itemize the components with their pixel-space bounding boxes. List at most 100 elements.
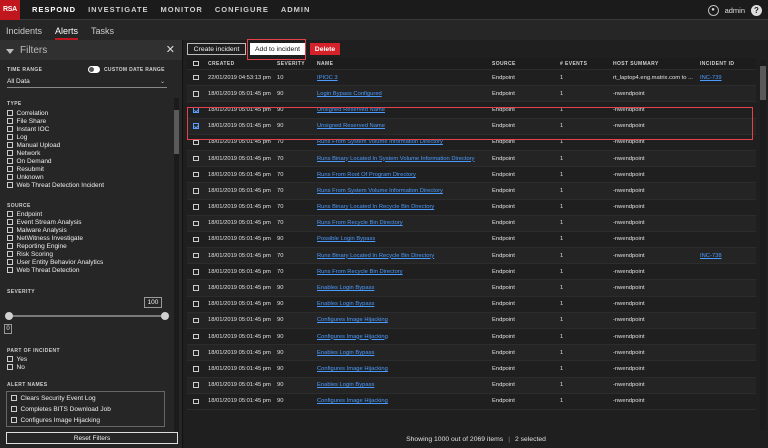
nav-admin[interactable]: ADMIN: [281, 5, 311, 14]
alert-name-option[interactable]: Configures Image Hijacking: [11, 416, 100, 424]
row-checkbox[interactable]: [193, 155, 199, 162]
table-row[interactable]: 18/01/2019 05:01:45 pm 70 Runs From Recycl…: [187, 215, 756, 232]
header-severity[interactable]: SEVERITY: [277, 58, 313, 69]
tab-incidents[interactable]: Incidents: [6, 26, 42, 40]
incident-id-link[interactable]: INC-738: [700, 248, 750, 263]
table-row[interactable]: 18/01/2019 05:01:45 pm 90 Unsigned Reserve…: [187, 102, 756, 119]
nav-monitor[interactable]: MONITOR: [161, 5, 203, 14]
severity-slider[interactable]: [5, 312, 169, 320]
nav-configure[interactable]: CONFIGURE: [215, 5, 269, 14]
alert-name-link[interactable]: Enables Login Bypass: [317, 280, 487, 295]
add-to-incident-button[interactable]: Add to incident: [250, 43, 305, 55]
row-checkbox[interactable]: [193, 204, 199, 210]
alert-name-link[interactable]: Enables Login Bypass: [317, 345, 487, 360]
table-row[interactable]: 18/01/2019 05:01:45 pm 90 Configures Image…: [187, 329, 756, 346]
row-checkbox[interactable]: [193, 269, 199, 275]
table-row[interactable]: 18/01/2019 05:01:45 pm 70 Runs From Root O…: [187, 167, 756, 184]
time-range-select[interactable]: All Data ⌄: [7, 78, 167, 88]
user-name[interactable]: admin: [725, 6, 745, 15]
alert-name-link[interactable]: IPIOC 3: [317, 70, 487, 85]
type-option[interactable]: Correlation: [7, 109, 48, 117]
alert-name-link[interactable]: Configures Image Hijacking: [317, 394, 487, 409]
row-checkbox[interactable]: [193, 107, 199, 113]
row-checkbox[interactable]: [193, 350, 199, 356]
table-row[interactable]: 18/01/2019 05:01:45 pm 70 Runs Binary Loca…: [187, 150, 756, 168]
type-option[interactable]: Manual Upload: [7, 141, 60, 149]
table-row[interactable]: 18/01/2019 05:01:45 pm 90 Enables Login By…: [187, 377, 756, 394]
filters-scrollbar[interactable]: [174, 98, 179, 436]
type-option[interactable]: File Share: [7, 117, 46, 125]
row-checkbox[interactable]: [193, 188, 199, 194]
table-scrollbar[interactable]: [760, 60, 766, 430]
create-incident-button[interactable]: Create incident: [187, 43, 246, 55]
alert-name-link[interactable]: Configures Image Hijacking: [317, 361, 487, 376]
alert-name-link[interactable]: Runs From System Volume Information Dire…: [317, 135, 487, 150]
alert-name-link[interactable]: Runs From Recycle Bin Directory: [317, 264, 487, 279]
table-row[interactable]: 18/01/2019 05:01:45 pm 90 Unsigned Reserve…: [187, 118, 756, 135]
header-host-summary[interactable]: HOST SUMMARY: [613, 58, 697, 69]
type-option[interactable]: Unknown: [7, 173, 44, 181]
type-option[interactable]: Log: [7, 133, 27, 141]
table-row[interactable]: 18/01/2019 05:01:45 pm 90 Possible Login B…: [187, 232, 756, 249]
source-option[interactable]: NetWitness Investigate: [7, 234, 83, 242]
alert-name-link[interactable]: Runs Binary Located In System Volume Inf…: [317, 151, 487, 166]
row-checkbox[interactable]: [193, 285, 199, 291]
type-option[interactable]: Network: [7, 149, 40, 157]
table-row[interactable]: 18/01/2019 05:01:45 pm 90 Configures Image…: [187, 361, 756, 378]
alert-name-link[interactable]: Possible Login Bypass: [317, 232, 487, 247]
user-icon[interactable]: ●: [707, 4, 719, 16]
alert-name-link[interactable]: Runs From Recycle Bin Directory: [317, 216, 487, 231]
header-name[interactable]: NAME: [317, 58, 487, 69]
alert-name-option[interactable]: Completes BITS Download Job: [11, 405, 111, 413]
source-option[interactable]: Web Threat Detection: [7, 266, 80, 274]
alert-name-link[interactable]: Unsigned Reserved Name: [317, 102, 487, 117]
row-checkbox[interactable]: [193, 366, 199, 372]
row-checkbox[interactable]: [193, 382, 199, 388]
type-option[interactable]: Web Threat Detection Incident: [7, 181, 104, 189]
row-checkbox[interactable]: [193, 236, 199, 243]
tab-tasks[interactable]: Tasks: [91, 26, 114, 40]
tab-alerts[interactable]: Alerts: [55, 26, 79, 40]
incident-id-link[interactable]: INC-739: [700, 70, 750, 85]
alert-name-link[interactable]: Unsigned Reserved Name: [317, 119, 487, 134]
row-checkbox[interactable]: [193, 252, 199, 259]
row-checkbox[interactable]: [193, 333, 199, 340]
delete-button[interactable]: Delete: [310, 43, 340, 55]
header-events[interactable]: # EVENTS: [560, 58, 608, 69]
row-checkbox[interactable]: [193, 171, 199, 178]
custom-date-range-toggle[interactable]: [88, 66, 100, 73]
alert-name-link[interactable]: Runs From System Volume Information Dire…: [317, 183, 487, 198]
header-incident-id[interactable]: INCIDENT ID: [700, 58, 750, 69]
row-checkbox[interactable]: [193, 123, 199, 129]
table-row[interactable]: 18/01/2019 05:01:45 pm 70 Runs From Recycl…: [187, 264, 756, 281]
alert-name-link[interactable]: Configures Image Hijacking: [317, 329, 487, 344]
help-icon[interactable]: ?: [751, 4, 762, 16]
alert-name-link[interactable]: Configures Image Hijacking: [317, 313, 487, 328]
alert-name-link[interactable]: Runs Binary Located In Recycle Bin Direc…: [317, 248, 487, 263]
table-row[interactable]: 18/01/2019 05:01:45 pm 70 Runs From System…: [187, 135, 756, 151]
slider-min-handle[interactable]: [5, 312, 13, 320]
type-option[interactable]: Resubmit: [7, 165, 44, 173]
table-row[interactable]: 18/01/2019 05:01:45 pm 90 Login Bypass Con…: [187, 86, 756, 103]
header-source[interactable]: SOURCE: [492, 58, 552, 69]
slider-max-handle[interactable]: [161, 312, 169, 320]
table-row[interactable]: 18/01/2019 05:01:45 pm 90 Configures Image…: [187, 312, 756, 329]
type-option[interactable]: Instant IOC: [7, 125, 49, 133]
alert-name-link[interactable]: Login Bypass Configured: [317, 86, 487, 101]
part-of-incident-option[interactable]: No: [7, 363, 25, 371]
alert-name-link[interactable]: Enables Login Bypass: [317, 378, 487, 393]
table-row[interactable]: 18/01/2019 05:01:45 pm 90 Enables Login By…: [187, 297, 756, 313]
table-row[interactable]: 18/01/2019 05:01:45 pm 90 Configures Image…: [187, 394, 756, 410]
close-icon[interactable]: ✕: [166, 43, 175, 56]
alert-name-link[interactable]: Runs Binary Located In Recycle Bin Direc…: [317, 200, 487, 215]
table-row[interactable]: 18/01/2019 05:01:45 pm 90 Enables Login By…: [187, 345, 756, 362]
source-option[interactable]: Event Stream Analysis: [7, 218, 82, 226]
table-row[interactable]: 22/01/2019 04:53:13 pm 10 IPIOC 3 Endpoint 1…: [187, 70, 756, 87]
table-row[interactable]: 18/01/2019 05:01:45 pm 90 Enables Login By…: [187, 280, 756, 297]
nav-respond[interactable]: RESPOND: [32, 5, 76, 14]
alert-name-option[interactable]: Clears Security Event Log: [11, 394, 96, 402]
source-option[interactable]: User Entity Behavior Analytics: [7, 258, 103, 266]
row-checkbox[interactable]: [193, 220, 199, 227]
nav-investigate[interactable]: INVESTIGATE: [88, 5, 148, 14]
severity-max-input[interactable]: 100: [144, 297, 162, 308]
